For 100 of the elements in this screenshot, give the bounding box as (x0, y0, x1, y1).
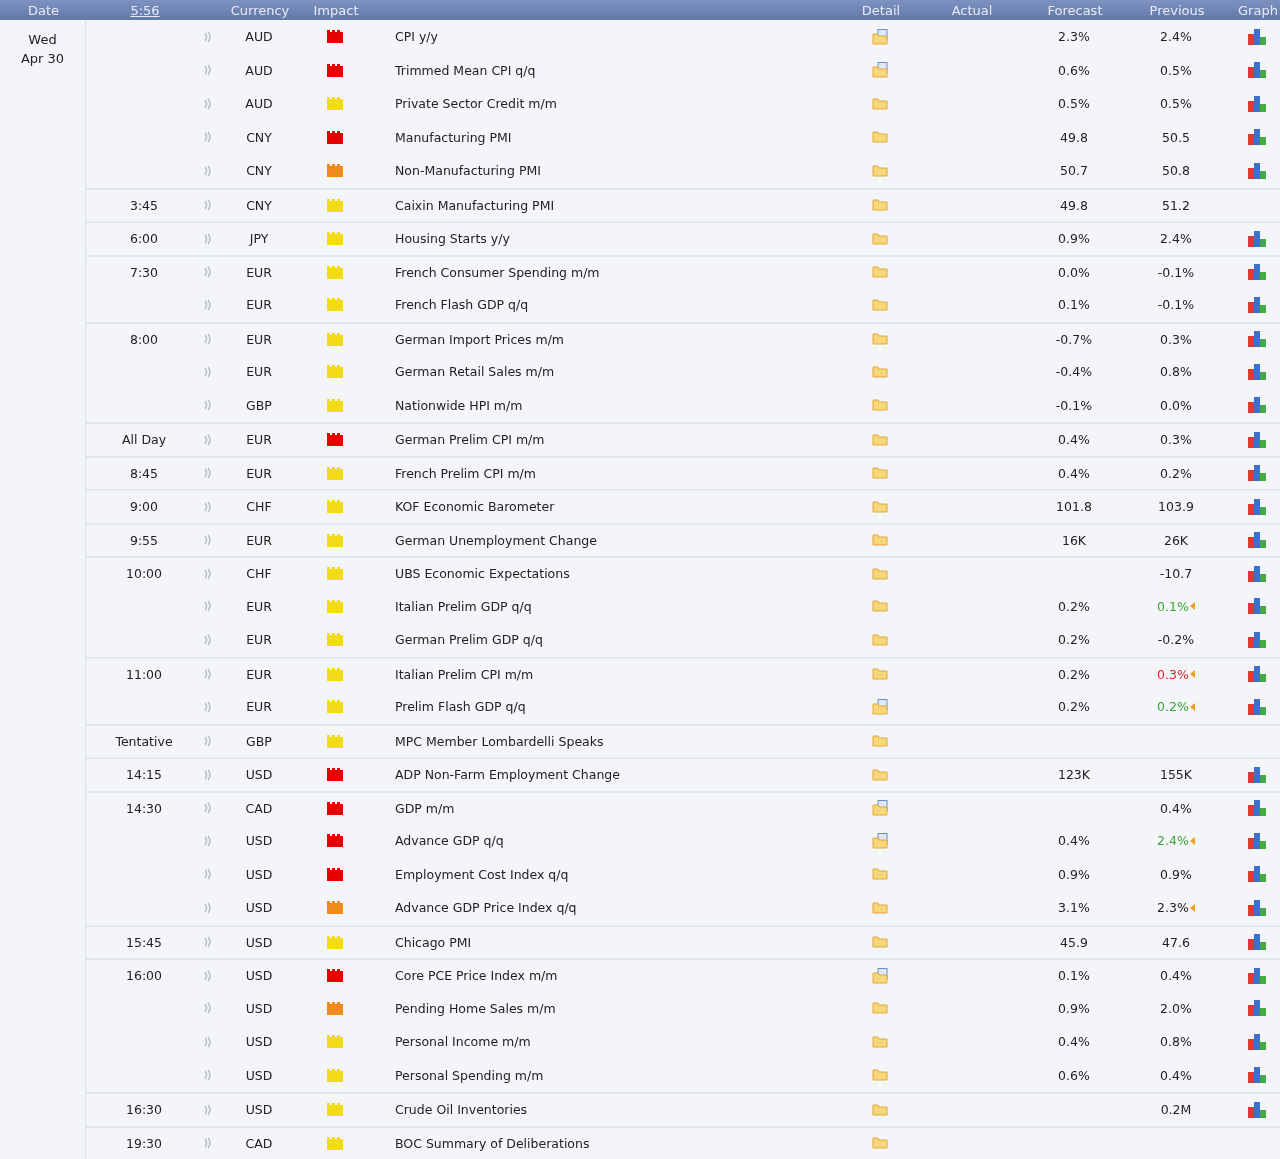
event-name[interactable]: Nationwide HPI m/m (366, 397, 849, 413)
sound-icon[interactable] (204, 768, 212, 781)
event-name[interactable]: Crude Oil Inventories (366, 1102, 849, 1118)
sound-icon[interactable] (204, 600, 212, 613)
bar-chart-icon[interactable] (1248, 666, 1266, 683)
bar-chart-icon[interactable] (1248, 1033, 1266, 1050)
folder-icon[interactable] (871, 768, 889, 781)
sound-icon[interactable] (204, 969, 212, 982)
folder-icon[interactable] (871, 333, 889, 346)
sound-icon[interactable] (204, 1069, 212, 1082)
bar-chart-icon[interactable] (1248, 1101, 1266, 1118)
sound-icon[interactable] (204, 1137, 212, 1150)
folder-icon[interactable] (871, 97, 889, 110)
event-name[interactable]: Manufacturing PMI (366, 129, 849, 145)
event-name[interactable]: German Prelim CPI m/m (366, 432, 849, 448)
event-name[interactable]: BOC Summary of Deliberations (366, 1135, 849, 1151)
folder-icon[interactable] (871, 199, 889, 212)
bar-chart-icon[interactable] (1248, 331, 1266, 348)
folder-document-icon[interactable] (871, 800, 889, 817)
bar-chart-icon[interactable] (1248, 532, 1266, 549)
sound-icon[interactable] (204, 1035, 212, 1048)
bar-chart-icon[interactable] (1248, 62, 1266, 79)
bar-chart-icon[interactable] (1248, 296, 1266, 313)
folder-document-icon[interactable] (871, 967, 889, 984)
folder-icon[interactable] (871, 1002, 889, 1015)
event-name[interactable]: Non-Manufacturing PMI (366, 163, 849, 179)
sound-icon[interactable] (204, 735, 212, 748)
event-name[interactable]: GDP m/m (366, 800, 849, 816)
folder-icon[interactable] (871, 1069, 889, 1082)
bar-chart-icon[interactable] (1248, 162, 1266, 179)
folder-document-icon[interactable] (871, 28, 889, 45)
folder-icon[interactable] (871, 600, 889, 613)
bar-chart-icon[interactable] (1248, 899, 1266, 916)
bar-chart-icon[interactable] (1248, 934, 1266, 951)
folder-icon[interactable] (871, 901, 889, 914)
sound-icon[interactable] (204, 633, 212, 646)
folder-icon[interactable] (871, 266, 889, 279)
sound-icon[interactable] (204, 901, 212, 914)
event-name[interactable]: KOF Economic Barometer (366, 499, 849, 515)
folder-icon[interactable] (871, 1103, 889, 1116)
event-name[interactable]: Chicago PMI (366, 934, 849, 950)
event-name[interactable]: French Prelim CPI m/m (366, 465, 849, 481)
folder-icon[interactable] (871, 1035, 889, 1048)
sound-icon[interactable] (204, 467, 212, 480)
folder-icon[interactable] (871, 365, 889, 378)
sound-icon[interactable] (204, 30, 212, 43)
folder-icon[interactable] (871, 534, 889, 547)
bar-chart-icon[interactable] (1248, 1067, 1266, 1084)
event-name[interactable]: Private Sector Credit m/m (366, 96, 849, 112)
bar-chart-icon[interactable] (1248, 631, 1266, 648)
sound-icon[interactable] (204, 365, 212, 378)
folder-icon[interactable] (871, 868, 889, 881)
sound-icon[interactable] (204, 97, 212, 110)
bar-chart-icon[interactable] (1248, 230, 1266, 247)
event-name[interactable]: Caixin Manufacturing PMI (366, 197, 849, 213)
event-name[interactable]: German Unemployment Change (366, 532, 849, 548)
event-name[interactable]: French Consumer Spending m/m (366, 264, 849, 280)
sound-icon[interactable] (204, 298, 212, 311)
bar-chart-icon[interactable] (1248, 498, 1266, 515)
sound-icon[interactable] (204, 131, 212, 144)
sound-icon[interactable] (204, 433, 212, 446)
sound-icon[interactable] (204, 164, 212, 177)
bar-chart-icon[interactable] (1248, 465, 1266, 482)
sound-icon[interactable] (204, 1103, 212, 1116)
folder-document-icon[interactable] (871, 832, 889, 849)
bar-chart-icon[interactable] (1248, 431, 1266, 448)
sound-icon[interactable] (204, 399, 212, 412)
folder-document-icon[interactable] (871, 62, 889, 79)
bar-chart-icon[interactable] (1248, 1000, 1266, 1017)
folder-icon[interactable] (871, 232, 889, 245)
sound-icon[interactable] (204, 802, 212, 815)
event-name[interactable]: CPI y/y (366, 29, 849, 45)
event-name[interactable]: Core PCE Price Index m/m (366, 968, 849, 984)
event-name[interactable]: Pending Home Sales m/m (366, 1000, 849, 1016)
sound-icon[interactable] (204, 567, 212, 580)
event-name[interactable]: Housing Starts y/y (366, 231, 849, 247)
sound-icon[interactable] (204, 232, 212, 245)
bar-chart-icon[interactable] (1248, 800, 1266, 817)
folder-icon[interactable] (871, 936, 889, 949)
folder-icon[interactable] (871, 467, 889, 480)
sound-icon[interactable] (204, 500, 212, 513)
event-name[interactable]: Advance GDP Price Index q/q (366, 900, 849, 916)
sound-icon[interactable] (204, 668, 212, 681)
folder-icon[interactable] (871, 735, 889, 748)
folder-icon[interactable] (871, 1137, 889, 1150)
event-name[interactable]: Italian Prelim CPI m/m (366, 666, 849, 682)
sound-icon[interactable] (204, 868, 212, 881)
event-name[interactable]: Trimmed Mean CPI q/q (366, 62, 849, 78)
bar-chart-icon[interactable] (1248, 565, 1266, 582)
event-name[interactable]: German Prelim GDP q/q (366, 632, 849, 648)
bar-chart-icon[interactable] (1248, 264, 1266, 281)
event-name[interactable]: Advance GDP q/q (366, 833, 849, 849)
event-name[interactable]: Employment Cost Index q/q (366, 866, 849, 882)
event-name[interactable]: Personal Spending m/m (366, 1067, 849, 1083)
sound-icon[interactable] (204, 64, 212, 77)
bar-chart-icon[interactable] (1248, 397, 1266, 414)
event-name[interactable]: French Flash GDP q/q (366, 297, 849, 313)
folder-icon[interactable] (871, 399, 889, 412)
folder-icon[interactable] (871, 131, 889, 144)
bar-chart-icon[interactable] (1248, 967, 1266, 984)
